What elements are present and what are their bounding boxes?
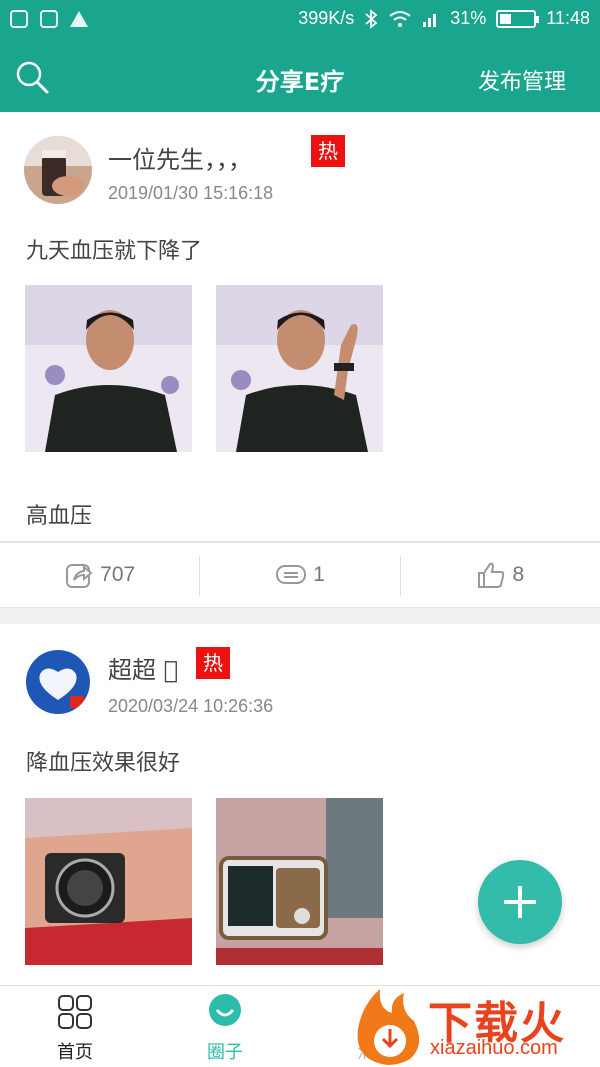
- chat-bubble-icon: [209, 994, 241, 1026]
- battery-icon: [496, 9, 540, 28]
- flame-logo-icon: [357, 989, 420, 1065]
- warning-icon: [70, 11, 88, 27]
- clock: 11:48: [546, 8, 590, 28]
- share-count: 707: [100, 563, 136, 586]
- thumbs-up-icon: [478, 562, 505, 588]
- post-card[interactable]: 一位先生，，， 热 2019/01/30 15:16:18 九天血压就下降了 高…: [0, 112, 600, 609]
- author-name[interactable]: 超超 􀀀: [108, 650, 178, 685]
- app-header: 分享E疗 发布管理: [0, 42, 600, 112]
- avatar[interactable]: [24, 136, 92, 204]
- post-time: 2020/03/24 10:26:36: [108, 696, 274, 716]
- author-name[interactable]: 一位先生，，，: [108, 140, 252, 175]
- tab-label: 首页: [57, 1042, 93, 1063]
- site-watermark: 下载火 xiazaihuo.com: [350, 985, 600, 1067]
- watermark-url: xiazaihuo.com: [430, 1037, 558, 1059]
- avatar-image: [26, 650, 90, 714]
- share-icon: [66, 564, 93, 588]
- post-tag[interactable]: 高血压: [26, 498, 92, 530]
- network-speed: 399K/s: [298, 8, 355, 28]
- post-time: 2019/01/30 15:16:18: [108, 183, 274, 203]
- post-photo[interactable]: [25, 285, 192, 452]
- share-button[interactable]: 707: [0, 543, 199, 607]
- post-divider: [0, 608, 600, 624]
- post-content: 降血压效果很好: [26, 751, 181, 776]
- post-content: 九天血压就下降了: [26, 239, 203, 264]
- tab-label: 圈子: [207, 1042, 243, 1063]
- wifi-icon: [389, 10, 411, 27]
- app-notification-icon: [10, 10, 28, 28]
- bluetooth-icon: [365, 8, 378, 29]
- hot-badge: 热: [311, 135, 345, 167]
- notification-icons: [10, 10, 88, 28]
- status-bar: 399K/s 31% 11:48: [0, 0, 600, 42]
- like-count: 8: [512, 563, 525, 586]
- comment-icon: [276, 565, 307, 584]
- battery-percent: 31%: [450, 8, 487, 28]
- tab-circle[interactable]: 圈子: [165, 992, 285, 1064]
- comment-button[interactable]: 1: [200, 543, 399, 607]
- post-actions: 707 1 8: [0, 541, 600, 609]
- post-photo[interactable]: [216, 798, 383, 965]
- post-feed: 一位先生，，， 热 2019/01/30 15:16:18 九天血压就下降了 高…: [0, 112, 600, 985]
- avatar-image: [24, 136, 92, 204]
- like-button[interactable]: 8: [401, 543, 600, 607]
- add-post-button[interactable]: [478, 860, 562, 944]
- signal-icon: [423, 13, 437, 27]
- post-photo[interactable]: [25, 798, 192, 965]
- hot-badge: 热: [196, 647, 230, 679]
- avatar[interactable]: [26, 650, 90, 714]
- grid-icon: [58, 995, 92, 1029]
- tab-home[interactable]: 首页: [15, 992, 135, 1064]
- post-photo[interactable]: [216, 285, 383, 452]
- image-notification-icon: [40, 10, 58, 28]
- publish-manage-button[interactable]: 发布管理: [478, 64, 566, 96]
- comment-count: 1: [313, 563, 325, 586]
